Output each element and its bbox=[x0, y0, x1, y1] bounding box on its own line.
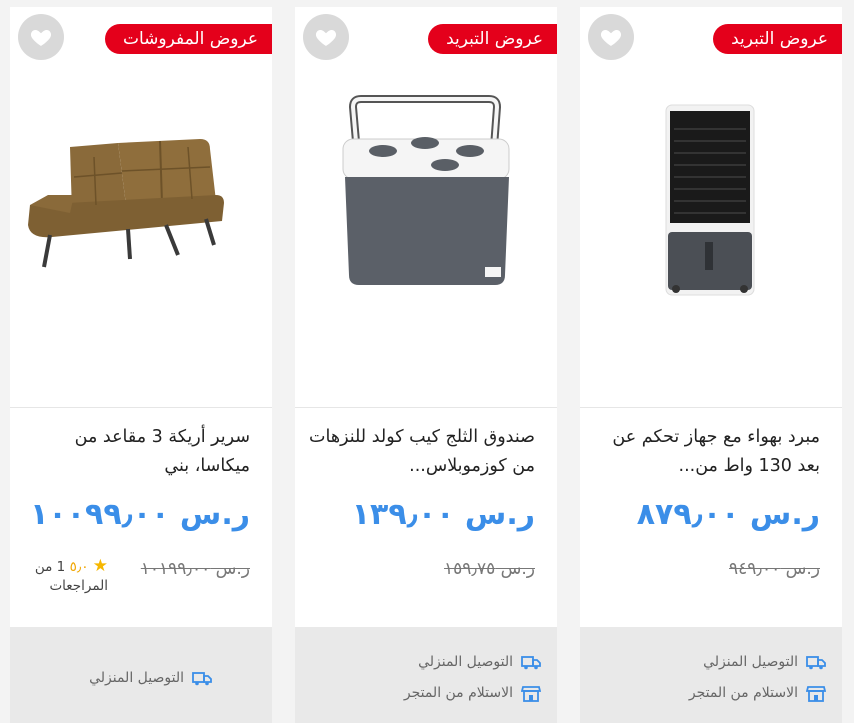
home-delivery-label: التوصيل المنزلي bbox=[703, 654, 798, 670]
truck-icon bbox=[806, 656, 826, 670]
home-delivery-label: التوصيل المنزلي bbox=[89, 670, 184, 686]
store-pickup-option: الاستلام من المتجر bbox=[689, 684, 826, 702]
store-icon bbox=[806, 686, 826, 702]
store-pickup-label: الاستلام من المتجر bbox=[688, 685, 798, 701]
home-delivery-option: التوصيل المنزلي bbox=[418, 653, 541, 671]
product-price: ر.س ٨٧٩٫٠٠ bbox=[636, 497, 820, 532]
star-icon: ★ bbox=[92, 556, 108, 576]
card-divider bbox=[10, 407, 272, 408]
wishlist-button[interactable] bbox=[588, 14, 634, 60]
product-card[interactable]: عروض التبريد صندوق الثلج كيب كولد للنزها… bbox=[295, 7, 557, 723]
product-card[interactable]: عروض المفروشات سرير أريكة 3 مقاعد من ميك… bbox=[10, 7, 272, 723]
product-old-price: ر.س ١٥٩٫٧٥ bbox=[444, 559, 535, 579]
product-title[interactable]: مبرد بهواء مع جهاز تحكم عن بعد 130 واط م… bbox=[588, 423, 820, 481]
product-image-sofa-bed[interactable] bbox=[10, 77, 272, 377]
store-pickup-option: الاستلام من المتجر bbox=[404, 684, 541, 702]
product-title[interactable]: سرير أريكة 3 مقاعد من ميكاسا، بني bbox=[18, 423, 250, 481]
card-divider bbox=[580, 407, 842, 408]
heart-icon bbox=[30, 30, 52, 46]
product-image-air-cooler[interactable] bbox=[580, 77, 842, 377]
store-icon bbox=[521, 686, 541, 702]
card-divider bbox=[295, 407, 557, 408]
offer-badge: عروض المفروشات bbox=[104, 24, 272, 54]
wishlist-button[interactable] bbox=[18, 14, 64, 60]
heart-icon bbox=[315, 30, 337, 46]
product-price: ر.س ١٠٠٩٩٫٠٠ bbox=[30, 497, 250, 532]
home-delivery-option: التوصيل المنزلي bbox=[703, 653, 826, 671]
home-delivery-option: التوصيل المنزلي bbox=[89, 669, 212, 687]
product-price: ر.س ١٣٩٫٠٠ bbox=[351, 497, 535, 532]
home-delivery-label: التوصيل المنزلي bbox=[418, 654, 513, 670]
store-pickup-label: الاستلام من المتجر bbox=[403, 685, 513, 701]
offer-badge: عروض التبريد bbox=[428, 24, 557, 54]
truck-icon bbox=[192, 672, 212, 686]
truck-icon bbox=[521, 656, 541, 670]
product-image-ice-cooler-box[interactable] bbox=[295, 77, 557, 377]
rating-value: ٥٫٠ bbox=[69, 559, 89, 575]
wishlist-button[interactable] bbox=[303, 14, 349, 60]
product-old-price: ر.س ١٠١٩٩٫٠٠ bbox=[140, 559, 250, 579]
product-rating[interactable]: ★ ٥٫٠ 1 من المراجعات bbox=[0, 557, 108, 596]
product-old-price: ر.س ٩٤٩٫٠٠ bbox=[729, 559, 820, 579]
product-card[interactable]: عروض التبريد مبرد بهواء مع جهاز تحكم عن … bbox=[580, 7, 842, 723]
heart-icon bbox=[600, 30, 622, 46]
offer-badge: عروض التبريد bbox=[713, 24, 842, 54]
product-title[interactable]: صندوق الثلج كيب كولد للنزهات من كوزموبلا… bbox=[303, 423, 535, 481]
